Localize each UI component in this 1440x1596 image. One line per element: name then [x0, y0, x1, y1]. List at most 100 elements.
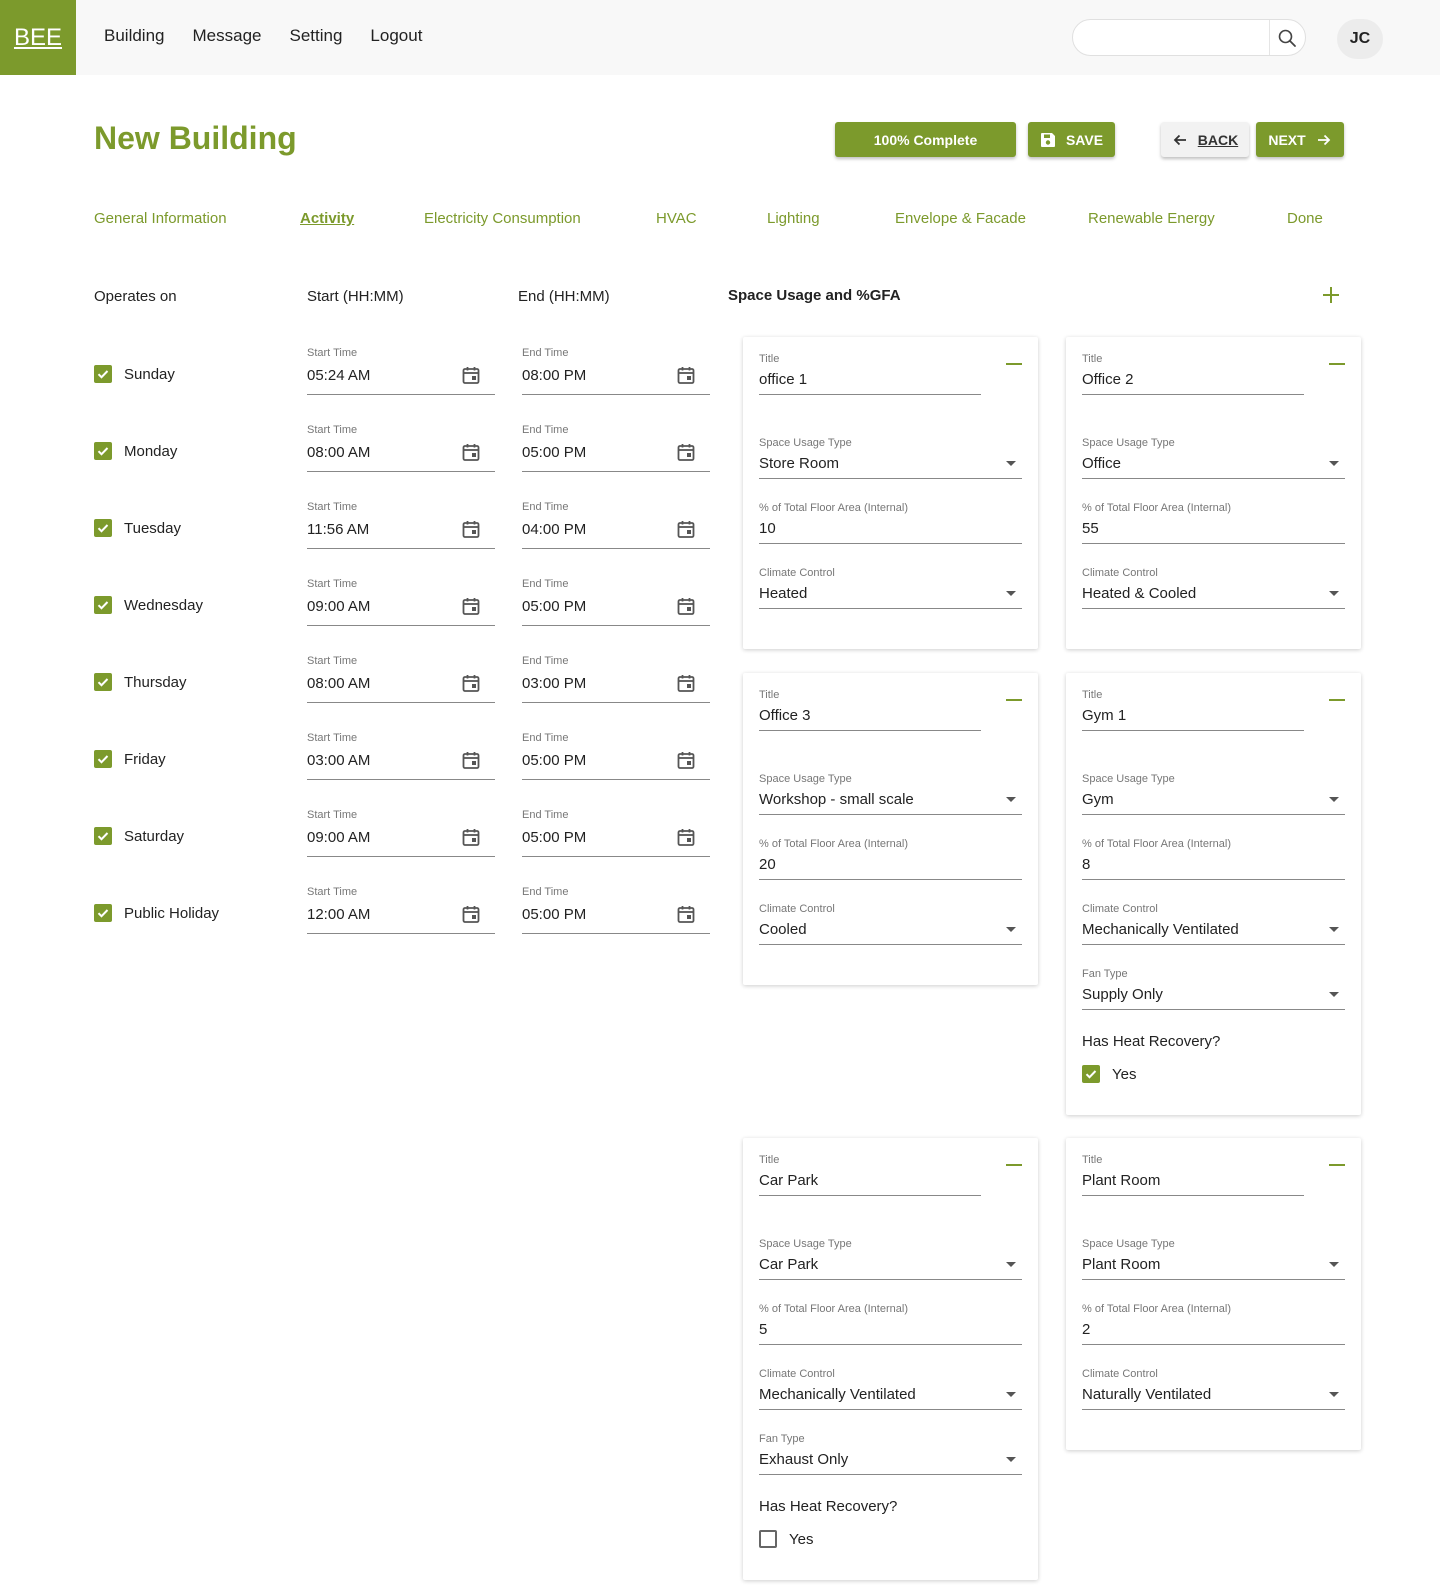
day-row-sunday: Sunday — [94, 365, 175, 383]
remove-space-icon[interactable] — [1006, 363, 1022, 365]
start-time-field-sunday[interactable]: Start Time 05:24 AM — [307, 347, 495, 395]
calendar-icon[interactable] — [676, 904, 696, 924]
calendar-icon[interactable] — [461, 519, 481, 539]
space-title-field[interactable]: Title Office 3 — [759, 689, 981, 731]
space-title-field[interactable]: Title Plant Room — [1082, 1154, 1304, 1196]
calendar-icon[interactable] — [461, 365, 481, 385]
logo[interactable]: BEE — [0, 0, 76, 75]
climate-control-select[interactable]: Climate Control Cooled — [759, 903, 1022, 945]
space-type-select[interactable]: Space Usage Type Plant Room — [1082, 1238, 1345, 1280]
day-checkbox-sunday[interactable] — [94, 365, 112, 383]
nav-logout[interactable]: Logout — [370, 26, 422, 46]
calendar-icon[interactable] — [461, 904, 481, 924]
remove-space-icon[interactable] — [1006, 1164, 1022, 1166]
calendar-icon[interactable] — [676, 365, 696, 385]
calendar-icon[interactable] — [676, 519, 696, 539]
day-checkbox-saturday[interactable] — [94, 827, 112, 845]
calendar-icon[interactable] — [461, 827, 481, 847]
day-checkbox-tuesday[interactable] — [94, 519, 112, 537]
space-type-select[interactable]: Space Usage Type Store Room — [759, 437, 1022, 479]
save-button[interactable]: SAVE — [1028, 122, 1115, 157]
start-time-field-thursday[interactable]: Start Time 08:00 AM — [307, 655, 495, 703]
tab-electricity-consumption[interactable]: Electricity Consumption — [424, 210, 581, 227]
calendar-icon[interactable] — [676, 673, 696, 693]
calendar-icon[interactable] — [676, 442, 696, 462]
space-type-select[interactable]: Space Usage Type Workshop - small scale — [759, 773, 1022, 815]
next-label: NEXT — [1268, 131, 1306, 148]
gfa-percent-field[interactable]: % of Total Floor Area (Internal) 20 — [759, 838, 1022, 880]
start-time-field-friday[interactable]: Start Time 03:00 AM — [307, 732, 495, 780]
search-icon[interactable] — [1277, 28, 1297, 48]
remove-space-icon[interactable] — [1329, 699, 1345, 701]
progress-complete-button[interactable]: 100% Complete — [835, 122, 1016, 157]
space-type-select[interactable]: Space Usage Type Gym — [1082, 773, 1345, 815]
end-time-field-tuesday[interactable]: End Time 04:00 PM — [522, 501, 710, 549]
remove-space-icon[interactable] — [1329, 1164, 1345, 1166]
climate-control-select[interactable]: Climate Control Naturally Ventilated — [1082, 1368, 1345, 1410]
calendar-icon[interactable] — [461, 596, 481, 616]
tab-general-information[interactable]: General Information — [94, 210, 227, 227]
end-time-field-public-holiday[interactable]: End Time 05:00 PM — [522, 886, 710, 934]
day-checkbox-thursday[interactable] — [94, 673, 112, 691]
end-time-field-thursday[interactable]: End Time 03:00 PM — [522, 655, 710, 703]
tab-done[interactable]: Done — [1287, 210, 1323, 227]
space-title-field[interactable]: Title Office 2 — [1082, 353, 1304, 395]
start-time-field-tuesday[interactable]: Start Time 11:56 AM — [307, 501, 495, 549]
nav-setting[interactable]: Setting — [289, 26, 342, 46]
back-button[interactable]: BACK — [1161, 122, 1249, 157]
start-time-field-public-holiday[interactable]: Start Time 12:00 AM — [307, 886, 495, 934]
remove-space-icon[interactable] — [1329, 363, 1345, 365]
gfa-percent-field[interactable]: % of Total Floor Area (Internal) 2 — [1082, 1303, 1345, 1345]
add-space-icon[interactable] — [1321, 285, 1341, 305]
end-time-field-sunday[interactable]: End Time 08:00 PM — [522, 347, 710, 395]
nav-building[interactable]: Building — [104, 26, 165, 46]
tab-hvac[interactable]: HVAC — [656, 210, 697, 227]
space-type-select[interactable]: Space Usage Type Office — [1082, 437, 1345, 479]
tab-activity[interactable]: Activity — [300, 210, 354, 227]
day-checkbox-public-holiday[interactable] — [94, 904, 112, 922]
day-checkbox-friday[interactable] — [94, 750, 112, 768]
end-time-label: End Time — [522, 578, 569, 590]
space-title-field[interactable]: Title Gym 1 — [1082, 689, 1304, 731]
gfa-percent-field[interactable]: % of Total Floor Area (Internal) 8 — [1082, 838, 1345, 880]
gfa-percent-field[interactable]: % of Total Floor Area (Internal) 10 — [759, 502, 1022, 544]
space-title-field[interactable]: Title office 1 — [759, 353, 981, 395]
end-time-field-monday[interactable]: End Time 05:00 PM — [522, 424, 710, 472]
calendar-icon[interactable] — [461, 442, 481, 462]
gfa-percent-field[interactable]: % of Total Floor Area (Internal) 55 — [1082, 502, 1345, 544]
calendar-icon[interactable] — [676, 750, 696, 770]
remove-space-icon[interactable] — [1006, 699, 1022, 701]
start-header: Start (HH:MM) — [307, 288, 404, 305]
calendar-icon[interactable] — [461, 673, 481, 693]
climate-control-select[interactable]: Climate Control Mechanically Ventilated — [759, 1368, 1022, 1410]
next-button[interactable]: NEXT — [1256, 122, 1344, 157]
space-title-field[interactable]: Title Car Park — [759, 1154, 981, 1196]
gfa-percent-field[interactable]: % of Total Floor Area (Internal) 5 — [759, 1303, 1022, 1345]
tab-envelope-facade[interactable]: Envelope & Facade — [895, 210, 1026, 227]
start-time-field-monday[interactable]: Start Time 08:00 AM — [307, 424, 495, 472]
fan-type-select[interactable]: Fan Type Supply Only — [1082, 968, 1345, 1010]
user-avatar[interactable]: JC — [1337, 19, 1383, 59]
end-time-field-wednesday[interactable]: End Time 05:00 PM — [522, 578, 710, 626]
start-time-field-wednesday[interactable]: Start Time 09:00 AM — [307, 578, 495, 626]
search-input[interactable] — [1072, 19, 1306, 56]
tab-renewable-energy[interactable]: Renewable Energy — [1088, 210, 1215, 227]
fan-type-select[interactable]: Fan Type Exhaust Only — [759, 1433, 1022, 1475]
day-checkbox-wednesday[interactable] — [94, 596, 112, 614]
nav-message[interactable]: Message — [193, 26, 262, 46]
start-time-field-saturday[interactable]: Start Time 09:00 AM — [307, 809, 495, 857]
space-type-select[interactable]: Space Usage Type Car Park — [759, 1238, 1022, 1280]
day-checkbox-monday[interactable] — [94, 442, 112, 460]
heat-recovery-checkbox[interactable] — [1082, 1065, 1100, 1083]
climate-control-select[interactable]: Climate Control Heated — [759, 567, 1022, 609]
climate-control-select[interactable]: Climate Control Heated & Cooled — [1082, 567, 1345, 609]
end-time-field-friday[interactable]: End Time 05:00 PM — [522, 732, 710, 780]
calendar-icon[interactable] — [461, 750, 481, 770]
caret-down-icon — [1006, 1392, 1016, 1397]
calendar-icon[interactable] — [676, 827, 696, 847]
tab-lighting[interactable]: Lighting — [767, 210, 820, 227]
climate-control-select[interactable]: Climate Control Mechanically Ventilated — [1082, 903, 1345, 945]
heat-recovery-checkbox[interactable] — [759, 1530, 777, 1548]
calendar-icon[interactable] — [676, 596, 696, 616]
end-time-field-saturday[interactable]: End Time 05:00 PM — [522, 809, 710, 857]
